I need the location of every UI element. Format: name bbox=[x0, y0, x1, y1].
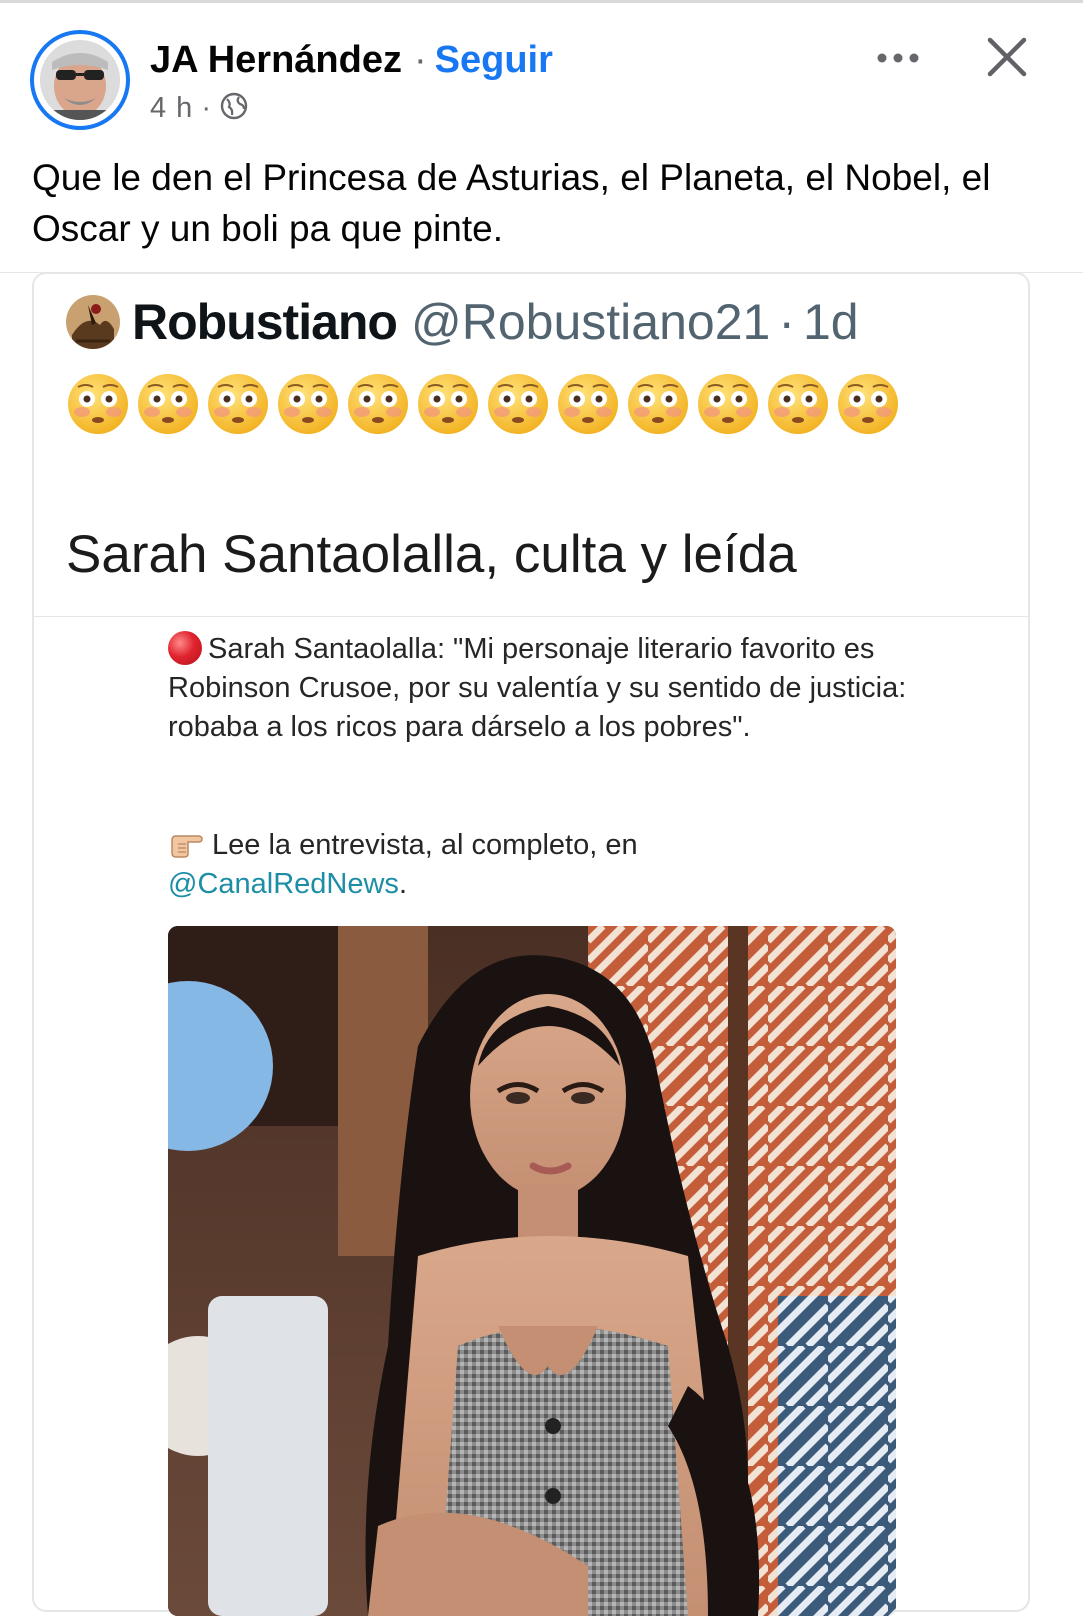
inner-divider bbox=[34, 616, 1028, 617]
avatar bbox=[40, 40, 120, 120]
separator: · bbox=[414, 38, 427, 81]
red-circle-icon bbox=[168, 631, 202, 665]
read-suffix: . bbox=[398, 868, 407, 900]
author-name[interactable]: JA Hernández bbox=[150, 39, 402, 82]
author-line: JA Hernández · Seguir bbox=[150, 36, 553, 84]
quoted-statement: Sarah Santaolalla: "Mi personaje literar… bbox=[168, 630, 908, 747]
tweet-photo[interactable] bbox=[168, 926, 896, 1616]
post-meta: 4 h · bbox=[150, 90, 249, 126]
close-icon bbox=[987, 37, 1027, 77]
flushed-face-icon bbox=[208, 374, 268, 434]
flushed-face-icon bbox=[488, 374, 548, 434]
flushed-face-icon bbox=[768, 374, 828, 434]
flushed-face-icon bbox=[278, 374, 338, 434]
tweet-handle: @Robustiano21 bbox=[410, 294, 771, 350]
tweet-separator: · bbox=[778, 294, 795, 350]
flushed-face-icon bbox=[838, 374, 898, 434]
post-header: JA Hernández · Seguir 4 h · bbox=[0, 0, 1083, 140]
shared-tweet-card[interactable]: Robustiano @Robustiano21 · 1d Sarah Sant… bbox=[32, 272, 1030, 1616]
follow-button[interactable]: Seguir bbox=[435, 39, 553, 82]
author-avatar[interactable] bbox=[30, 30, 130, 130]
quote-text: Sarah Santaolalla: "Mi personaje literar… bbox=[168, 633, 907, 743]
post-time[interactable]: 4 h bbox=[150, 92, 193, 125]
flushed-face-icon bbox=[68, 374, 128, 434]
flushed-face-icon bbox=[698, 374, 758, 434]
close-button[interactable] bbox=[982, 32, 1032, 82]
read-interview-line: Lee la entrevista, al completo, en @Canal… bbox=[168, 826, 908, 904]
globe-icon bbox=[219, 91, 249, 126]
post-text: Que le den el Princesa de Asturias, el P… bbox=[32, 157, 991, 249]
more-options-button[interactable] bbox=[868, 38, 928, 78]
meta-separator: · bbox=[201, 91, 211, 124]
tweet-header: Robustiano @Robustiano21 · 1d bbox=[66, 292, 859, 352]
mention-link[interactable]: @CanalRedNews bbox=[168, 868, 399, 900]
emoji-row bbox=[66, 372, 900, 436]
tweet-headline: Sarah Santaolalla, culta y leída bbox=[66, 525, 797, 584]
flushed-face-icon bbox=[628, 374, 688, 434]
pointing-hand-icon bbox=[168, 829, 212, 861]
tweet-avatar bbox=[66, 295, 120, 349]
flushed-face-icon bbox=[348, 374, 408, 434]
tweet-time: 1d bbox=[802, 294, 859, 350]
more-horizontal-icon bbox=[877, 53, 919, 63]
tweet-author-name: Robustiano bbox=[132, 294, 398, 350]
read-prefix: Lee la entrevista, al completo, en bbox=[212, 829, 638, 861]
flushed-face-icon bbox=[558, 374, 618, 434]
flushed-face-icon bbox=[138, 374, 198, 434]
flushed-face-icon bbox=[418, 374, 478, 434]
